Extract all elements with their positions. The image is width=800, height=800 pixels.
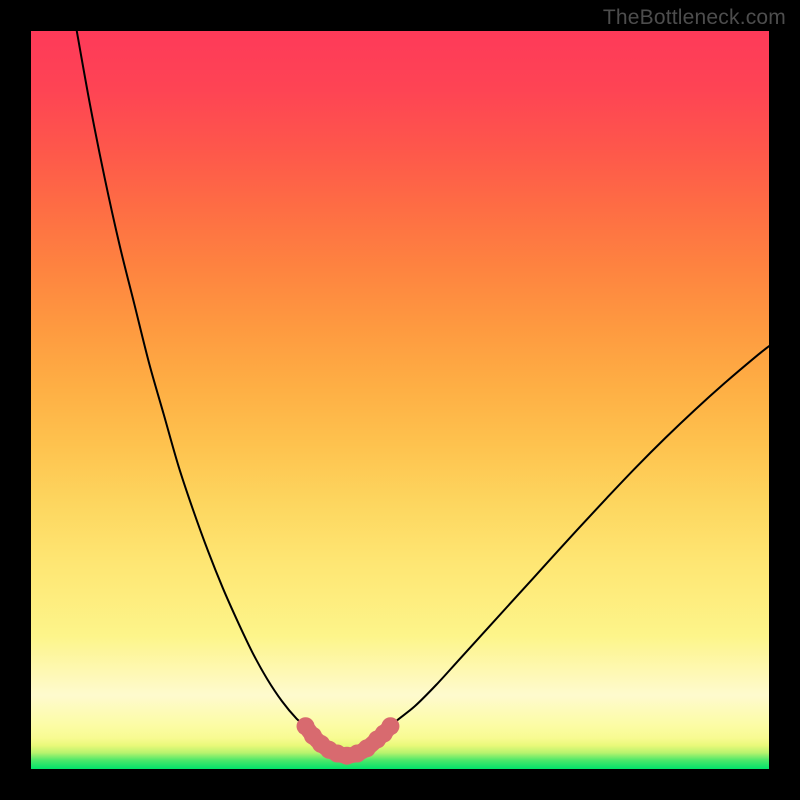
curve-layer	[31, 31, 769, 769]
chart-frame: TheBottleneck.com	[0, 0, 800, 800]
bottleneck-curve	[77, 31, 769, 756]
highlight-marker	[381, 717, 399, 735]
watermark-text: TheBottleneck.com	[603, 6, 786, 30]
plot-area	[31, 31, 769, 769]
